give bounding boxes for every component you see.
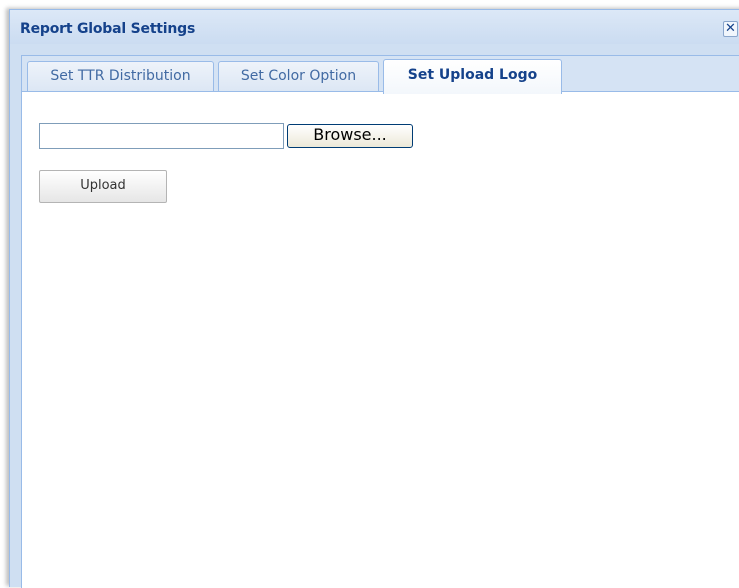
tab-set-ttr-distribution[interactable]: Set TTR Distribution [27, 61, 214, 93]
upload-logo-panel: Browse... Upload [21, 91, 739, 588]
tab-strip: Set TTR Distribution Set Color Option Se… [21, 55, 739, 94]
close-icon[interactable]: ✕ [723, 21, 738, 37]
dialog-title: Report Global Settings [20, 21, 196, 37]
report-global-settings-dialog: Report Global Settings ✕ Set TTR Distrib… [9, 9, 739, 588]
browse-button[interactable]: Browse... [287, 124, 413, 148]
tab-set-upload-logo[interactable]: Set Upload Logo [383, 59, 562, 94]
tab-set-color-option[interactable]: Set Color Option [218, 61, 379, 93]
upload-button[interactable]: Upload [39, 170, 167, 203]
dialog-titlebar[interactable]: Report Global Settings ✕ [10, 10, 739, 44]
file-path-input[interactable] [39, 123, 284, 149]
